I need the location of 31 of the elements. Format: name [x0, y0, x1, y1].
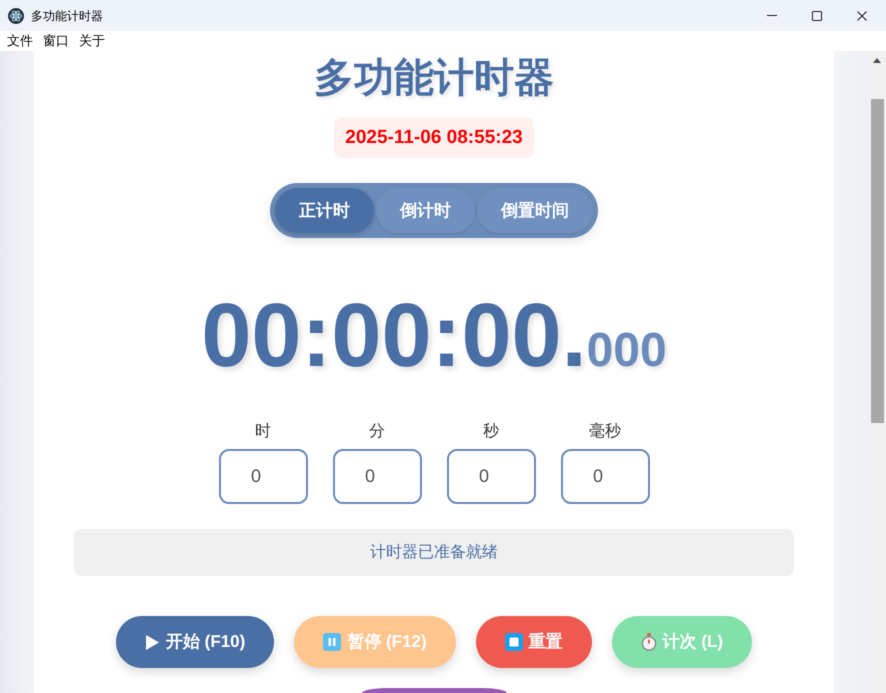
time-input-field[interactable]: 0 [332, 449, 422, 504]
stopwatch-icon [640, 633, 657, 651]
timer-display: 00:00:00. [201, 286, 587, 386]
minimize-icon[interactable] [766, 15, 776, 16]
play-icon [144, 634, 160, 650]
field-label: 时 [255, 422, 271, 442]
field-label: 分 [369, 422, 385, 442]
menu-item[interactable]: 关于 [79, 32, 105, 50]
menu-item[interactable]: 窗口 [43, 32, 69, 50]
atom-icon [8, 8, 24, 24]
field-label: 秒 [483, 422, 499, 442]
time-input-field[interactable]: 0 [560, 449, 650, 504]
start-button[interactable]: 开始 (F10) [116, 616, 274, 668]
menu-item[interactable]: 文件 [7, 32, 33, 50]
scrollbar[interactable] [868, 51, 886, 693]
milliseconds-display: 000 [586, 324, 667, 377]
time-input-field[interactable]: 0 [218, 449, 308, 504]
app-title: 多功能计时器 [313, 55, 555, 102]
stop-icon [504, 633, 523, 651]
status-message: 计时器已准备就绪 [74, 529, 794, 576]
mode-tab[interactable]: 正计时 [275, 188, 374, 233]
partial-button[interactable] [362, 688, 506, 693]
time-input-field[interactable]: 0 [446, 449, 536, 504]
maximize-icon[interactable] [812, 10, 822, 20]
scroll-up-arrow-icon[interactable] [873, 58, 881, 63]
field-label: 毫秒 [589, 422, 621, 442]
scrollbar-thumb[interactable] [870, 99, 884, 423]
window-title: 多功能计时器 [31, 8, 103, 24]
pause-icon [323, 633, 342, 651]
date-time-badge: 2025-11-06 08:55:23 [334, 117, 534, 158]
close-icon[interactable] [856, 10, 866, 20]
